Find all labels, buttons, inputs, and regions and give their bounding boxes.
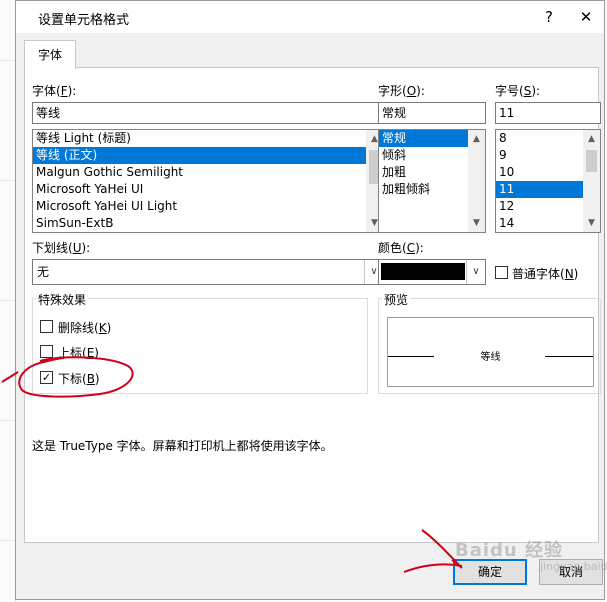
tab-font[interactable]: 字体	[24, 40, 76, 69]
annotation-arrow-ok	[403, 563, 463, 573]
annotation-overlay	[1, 356, 463, 573]
annotation-arrow-left	[1, 371, 19, 383]
annotation-arrow-ok-head	[421, 529, 463, 569]
annotation-circle	[18, 356, 134, 398]
